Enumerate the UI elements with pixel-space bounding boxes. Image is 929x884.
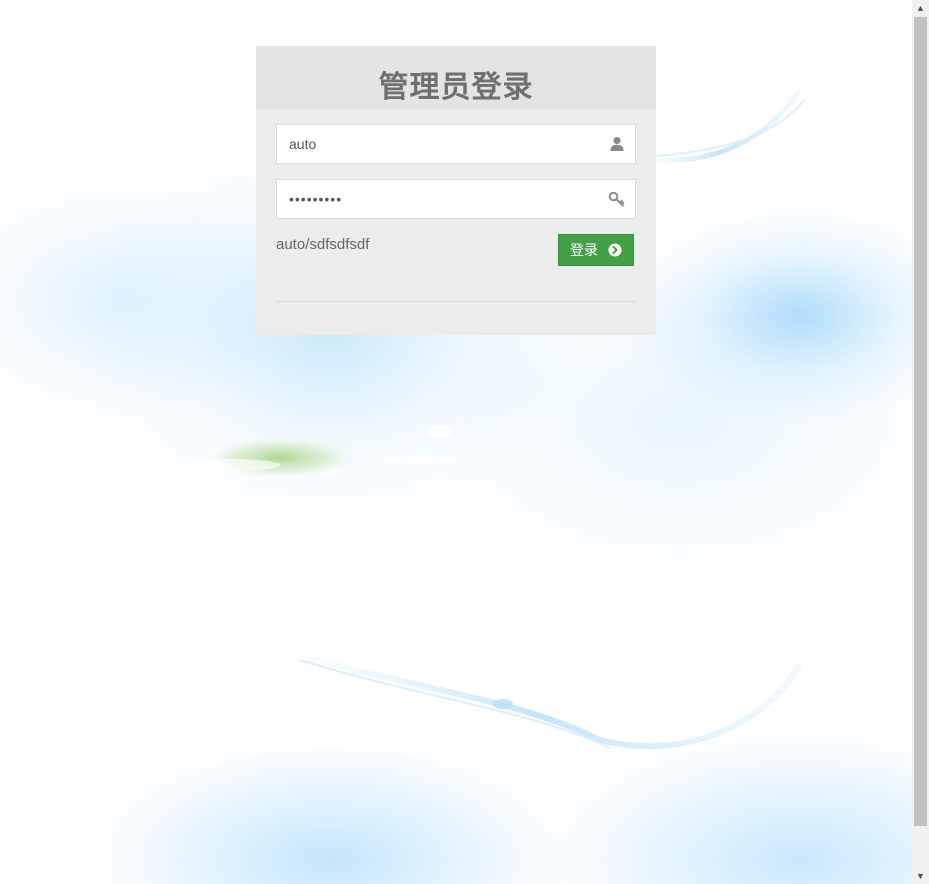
key-icon (608, 190, 626, 208)
login-title: 管理员登录 (378, 70, 534, 105)
scroll-up-arrow-icon[interactable]: ▲ (912, 0, 929, 16)
password-input[interactable] (277, 180, 599, 218)
credentials-hint: auto/sdfsdfsdf (276, 236, 370, 253)
login-button-label: 登录 (570, 243, 598, 259)
user-icon (608, 135, 626, 153)
chevron-right-circle-icon (608, 243, 622, 257)
username-input[interactable] (277, 125, 599, 163)
vertical-scrollbar[interactable]: ▲ ▼ (912, 0, 929, 884)
page: 管理员登录 auto/sdfsdfsdf 登录 (0, 0, 929, 884)
divider (276, 301, 636, 302)
password-field[interactable] (276, 179, 636, 219)
username-field[interactable] (276, 124, 636, 164)
login-button[interactable]: 登录 (558, 234, 634, 266)
scroll-down-arrow-icon[interactable]: ▼ (912, 868, 929, 884)
login-panel: 管理员登录 auto/sdfsdfsdf 登录 (256, 46, 656, 335)
scrollbar-thumb[interactable] (914, 17, 927, 826)
login-header: 管理员登录 (256, 46, 656, 109)
